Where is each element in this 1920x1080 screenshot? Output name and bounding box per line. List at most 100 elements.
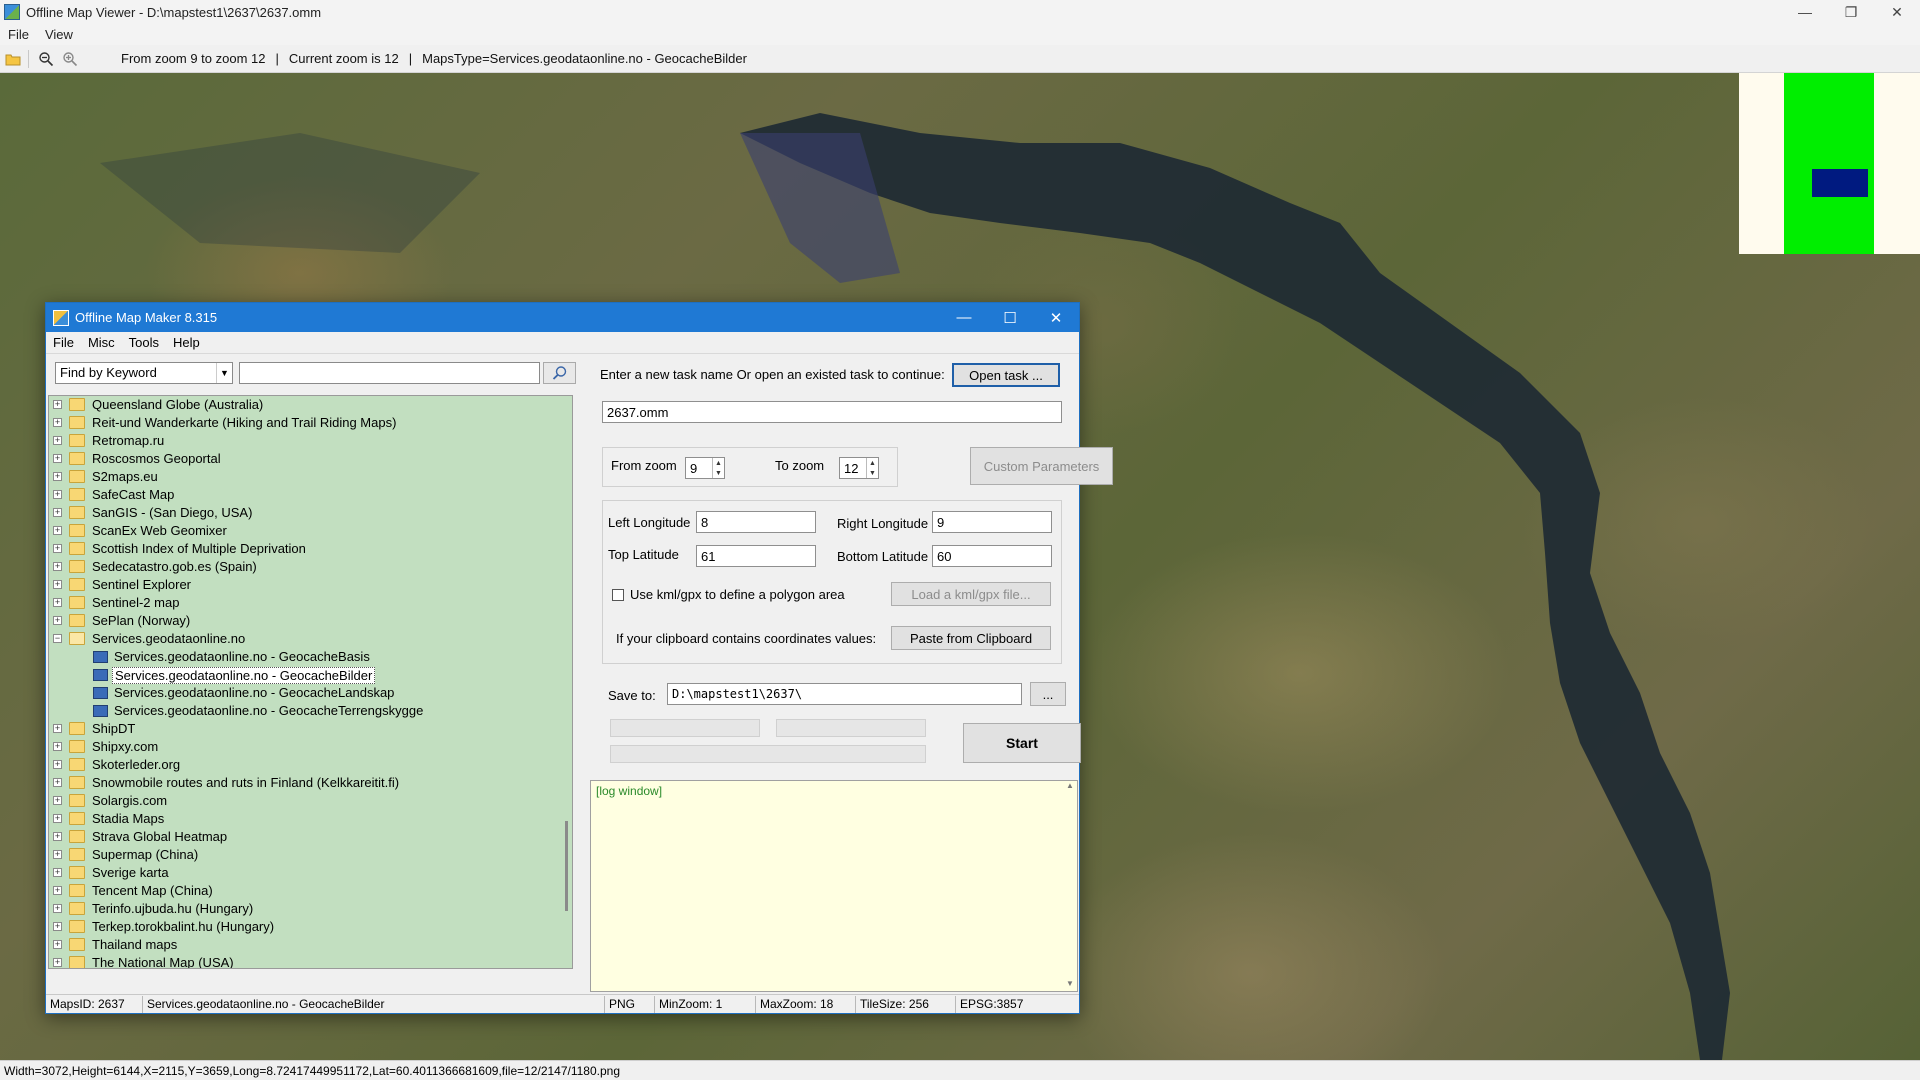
overview-viewport[interactable] [1812,169,1868,197]
menu-file[interactable]: File [46,335,81,350]
map-source-tree[interactable]: + Queensland Globe (Australia) + Reit-und W… [48,395,573,969]
tree-folder-item[interactable]: + The National Map (USA) [49,954,572,968]
dialog-close-icon[interactable]: ✕ [1033,303,1079,332]
tree-folder-item[interactable]: + ShipDT [49,720,572,738]
tree-folder-item[interactable]: + Strava Global Heatmap [49,828,572,846]
expand-icon[interactable]: + [53,778,62,787]
viewer-menu-file[interactable]: File [0,27,37,42]
task-name-field[interactable]: 2637.omm [602,401,1062,423]
from-zoom-spin[interactable]: ▲ ▼ [712,458,724,478]
expand-icon[interactable]: + [53,436,62,445]
tree-scrollbar[interactable] [562,396,572,968]
expand-icon[interactable]: + [53,922,62,931]
expand-icon[interactable]: + [53,544,62,553]
tree-folder-item[interactable]: + SePlan (Norway) [49,612,572,630]
bottom-latitude-field[interactable]: 60 [932,545,1052,567]
expand-icon[interactable]: + [53,490,62,499]
tree-folder-item[interactable]: + Sverige karta [49,864,572,882]
tree-folder-item[interactable]: + Snowmobile routes and ruts in Finland (… [49,774,572,792]
scroll-down-icon[interactable]: ▼ [1063,979,1077,991]
custom-parameters-button[interactable]: Custom Parameters [970,447,1113,485]
top-latitude-field[interactable]: 61 [696,545,816,567]
tree-folder-item[interactable]: − Services.geodataonline.no [49,630,572,648]
expand-icon[interactable]: + [53,796,62,805]
tree-folder-item[interactable]: + Sentinel Explorer [49,576,572,594]
expand-icon[interactable]: + [53,832,62,841]
tree-folder-item[interactable]: + Reit-und Wanderkarte (Hiking and Trail … [49,414,572,432]
menu-tools[interactable]: Tools [122,335,166,350]
expand-icon[interactable]: + [53,868,62,877]
tree-map-item[interactable]: Services.geodataonline.no - GeocacheBild… [49,666,572,684]
chevron-down-icon[interactable]: ▼ [216,363,232,383]
expand-icon[interactable]: + [53,562,62,571]
save-path-field[interactable]: D:\mapstest1\2637\ [667,683,1022,705]
tree-map-item[interactable]: Services.geodataonline.no - GeocacheTerr… [49,702,572,720]
tree-folder-item[interactable]: + Queensland Globe (Australia) [49,396,572,414]
zoom-out-icon[interactable] [35,48,57,70]
expand-icon[interactable]: + [53,580,62,589]
expand-icon[interactable]: + [53,742,62,751]
viewer-menu-view[interactable]: View [37,27,81,42]
dialog-maximize-icon[interactable]: ☐ [987,303,1033,332]
tree-folder-item[interactable]: + Supermap (China) [49,846,572,864]
tree-folder-item[interactable]: + Tencent Map (China) [49,882,572,900]
log-window[interactable]: [log window] ▲ ▼ [590,780,1078,992]
open-task-button[interactable]: Open task ... [952,363,1060,387]
expand-icon[interactable]: + [53,904,62,913]
expand-icon[interactable]: + [53,616,62,625]
tree-folder-item[interactable]: + Thailand maps [49,936,572,954]
search-button[interactable] [543,362,576,384]
tree-folder-item[interactable]: + SafeCast Map [49,486,572,504]
tree-folder-item[interactable]: + Roscosmos Geoportal [49,450,572,468]
tree-folder-item[interactable]: + SanGIS - (San Diego, USA) [49,504,572,522]
overview-minimap[interactable] [1739,73,1920,254]
menu-misc[interactable]: Misc [81,335,122,350]
expand-icon[interactable]: + [53,454,62,463]
expand-icon[interactable]: + [53,958,62,967]
tree-folder-item[interactable]: + Terinfo.ujbuda.hu (Hungary) [49,900,572,918]
tree-folder-item[interactable]: + Retromap.ru [49,432,572,450]
expand-icon[interactable]: + [53,598,62,607]
open-folder-icon[interactable] [2,48,24,70]
left-longitude-field[interactable]: 8 [696,511,816,533]
kml-polygon-checkbox[interactable] [612,589,624,601]
expand-icon[interactable]: + [53,418,62,427]
dialog-minimize-icon[interactable]: — [941,303,987,332]
tree-folder-item[interactable]: + ScanEx Web Geomixer [49,522,572,540]
close-icon[interactable]: ✕ [1874,0,1920,24]
tree-folder-item[interactable]: + Terkep.torokbalint.hu (Hungary) [49,918,572,936]
scroll-up-icon[interactable]: ▲ [1063,781,1077,793]
tree-folder-item[interactable]: + Sentinel-2 map [49,594,572,612]
dialog-title-bar[interactable]: Offline Map Maker 8.315 — ☐ ✕ [46,303,1079,332]
tree-map-item[interactable]: Services.geodataonline.no - GeocacheLand… [49,684,572,702]
expand-icon[interactable]: + [53,400,62,409]
start-button[interactable]: Start [963,723,1081,763]
tree-folder-item[interactable]: + Sedecatastro.gob.es (Spain) [49,558,572,576]
search-input[interactable] [239,362,540,384]
browse-button[interactable]: ... [1030,682,1066,706]
search-mode-select[interactable]: Find by Keyword ▼ [55,362,233,384]
load-kml-button[interactable]: Load a kml/gpx file... [891,582,1051,606]
to-zoom-spin[interactable]: ▲ ▼ [866,458,878,478]
minimize-icon[interactable]: — [1782,0,1828,24]
tree-folder-item[interactable]: + S2maps.eu [49,468,572,486]
log-scrollbar[interactable]: ▲ ▼ [1063,781,1077,991]
tree-folder-item[interactable]: + Shipxy.com [49,738,572,756]
expand-icon[interactable]: + [53,760,62,769]
expand-icon[interactable]: + [53,814,62,823]
tree-folder-item[interactable]: + Scottish Index of Multiple Deprivation [49,540,572,558]
paste-from-clipboard-button[interactable]: Paste from Clipboard [891,626,1051,650]
expand-icon[interactable]: + [53,724,62,733]
expand-icon[interactable]: + [53,940,62,949]
tree-folder-item[interactable]: + Skoterleder.org [49,756,572,774]
tree-map-item[interactable]: Services.geodataonline.no - GeocacheBasi… [49,648,572,666]
tree-folder-item[interactable]: + Stadia Maps [49,810,572,828]
expand-icon[interactable]: + [53,526,62,535]
tree-folder-item[interactable]: + Solargis.com [49,792,572,810]
right-longitude-field[interactable]: 9 [932,511,1052,533]
expand-icon[interactable]: + [53,886,62,895]
menu-help[interactable]: Help [166,335,207,350]
expand-icon[interactable]: + [53,508,62,517]
tree-scrollbar-thumb[interactable] [565,821,568,911]
restore-icon[interactable]: ❐ [1828,0,1874,24]
